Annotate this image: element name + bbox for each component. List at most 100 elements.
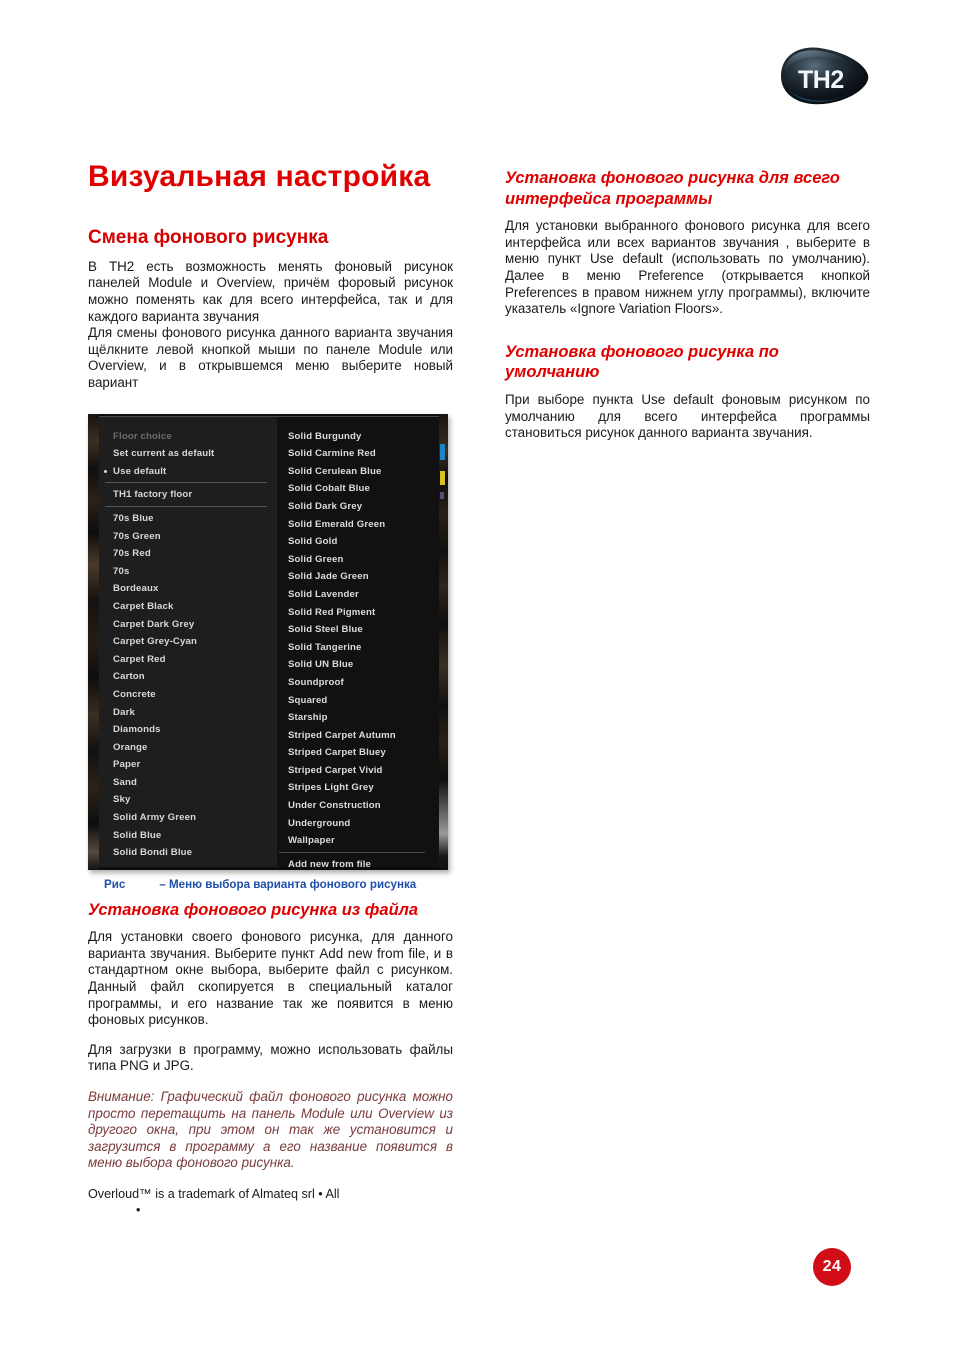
menu-item[interactable]: 70s Red	[99, 545, 277, 563]
th2-logo: TH2	[768, 42, 878, 110]
menu-item-label: Solid Blue	[113, 829, 162, 841]
menu-column-left: Floor choice Set current as default Use de…	[99, 416, 277, 867]
menu-item[interactable]: Dark	[99, 704, 277, 722]
menu-item-label: Striped Carpet Bluey	[288, 747, 386, 759]
figure-caption-text: – Меню выбора варианта фонового рисунка	[159, 877, 417, 891]
menu-item[interactable]: Solid Carmine Red	[277, 445, 439, 463]
menu-item-label: Solid Gold	[288, 536, 338, 548]
menu-item[interactable]: Solid Army Green	[99, 809, 277, 827]
menu-item[interactable]: TH1 factory floor	[99, 486, 277, 507]
menu-item[interactable]: Sand	[99, 774, 277, 792]
trademark-text: Overloud™ is a trademark of Almateq srl …	[88, 1186, 340, 1201]
menu-item-label: Carpet Dark Grey	[113, 618, 195, 630]
paragraph-whole-interface: Для установки выбранного фонового рисунк…	[505, 218, 870, 317]
floor-choice-menu[interactable]: Floor choice Set current as default Use de…	[99, 415, 439, 870]
menu-item[interactable]: Use default	[99, 463, 277, 483]
menu-item-label: Solid Carmine Red	[288, 448, 376, 460]
menu-item[interactable]: Solid Steel Blue	[277, 621, 439, 639]
menu-item[interactable]: 70s Blue	[99, 510, 277, 528]
menu-item[interactable]: Add new from file	[277, 851, 439, 870]
menu-item[interactable]: Solid Burgundy	[277, 428, 439, 446]
subheading-default-background: Установка фонового рисунка по умолчанию	[505, 342, 779, 382]
menu-item[interactable]: Carpet Black	[99, 598, 277, 616]
menu-item[interactable]: Sky	[99, 791, 277, 809]
menu-item[interactable]: Striped Carpet Vivid	[277, 762, 439, 780]
menu-item-label: Orange	[113, 741, 148, 753]
menu-item-label: Use default	[113, 465, 167, 477]
background-color-chip-blue	[440, 443, 445, 460]
menu-item-label: Starship	[288, 712, 328, 724]
subheading-set-background-from-file: Установка фонового рисунка из файла	[88, 900, 419, 919]
menu-item-label: 70s Green	[113, 530, 161, 542]
figure-caption-label: Рис	[104, 877, 126, 891]
menu-item[interactable]: 70s	[99, 563, 277, 581]
menu-item-label: TH1 factory floor	[113, 489, 193, 501]
document-page: TH2 Визуальная настройка Смена фонового …	[0, 0, 954, 1350]
menu-item-label: Solid Green	[288, 553, 344, 565]
menu-item[interactable]: Starship	[277, 709, 439, 727]
menu-item[interactable]: Solid Red Pigment	[277, 604, 439, 622]
screenshot-background-left-edge	[88, 413, 99, 870]
menu-item-label: Set current as default	[113, 448, 215, 460]
menu-item-label: Sand	[113, 776, 138, 788]
subheading-whole-interface: Установка фонового рисунка для всего инт…	[505, 169, 840, 208]
paragraph-from-file: Для установки своего фонового рисунка, д…	[88, 929, 453, 1028]
paragraph-default-background: При выборе пункта Use default фоновым ри…	[505, 392, 870, 441]
menu-item[interactable]: Carpet Grey-Cyan	[99, 633, 277, 651]
menu-item[interactable]: Diamonds	[99, 721, 277, 739]
menu-item-label: Solid Cobalt Blue	[288, 483, 370, 495]
menu-item-label: Solid Jade Green	[288, 571, 369, 583]
menu-item-label: Wallpaper	[288, 835, 335, 847]
menu-item[interactable]: Carton	[99, 668, 277, 686]
figure-floor-menu: Floor choice Set current as default Use de…	[88, 413, 448, 891]
menu-item[interactable]: Solid Cerulean Blue	[277, 463, 439, 481]
menu-item[interactable]: Solid Lavender	[277, 586, 439, 604]
right-column: Установка фонового рисунка для всего инт…	[505, 168, 870, 442]
menu-item[interactable]: Solid Jade Green	[277, 568, 439, 586]
menu-item-label: Solid Emerald Green	[288, 518, 386, 530]
section-heading-change-background: Смена фонового рисунка	[88, 227, 329, 248]
menu-item[interactable]: Wallpaper	[277, 832, 439, 850]
th2-logo-icon: TH2	[781, 47, 869, 105]
menu-item[interactable]: Solid Dark Grey	[277, 498, 439, 516]
menu-item-label: Dark	[113, 706, 135, 718]
menu-item[interactable]: Concrete	[99, 686, 277, 704]
menu-item[interactable]: Solid Tangerine	[277, 639, 439, 657]
menu-item[interactable]: 70s Green	[99, 528, 277, 546]
menu-item-label: 70s	[113, 565, 130, 577]
menu-item[interactable]: Carpet Red	[99, 651, 277, 669]
menu-item[interactable]: Bordeaux	[99, 580, 277, 598]
menu-item-label: Diamonds	[113, 724, 161, 736]
menu-item-label: Carpet Black	[113, 600, 174, 612]
menu-item[interactable]: Soundproof	[277, 674, 439, 692]
menu-item[interactable]: Stripes Light Grey	[277, 779, 439, 797]
menu-item-label: Striped Carpet Autumn	[288, 729, 396, 741]
menu-item[interactable]: Floor choice	[99, 428, 277, 446]
menu-item[interactable]: Solid Bondi Blue	[99, 844, 277, 862]
menu-item[interactable]: Set current as default	[99, 445, 277, 463]
menu-item-label: Solid Tangerine	[288, 641, 362, 653]
menu-item[interactable]: Solid Cobalt Blue	[277, 480, 439, 498]
menu-item-label: Carton	[113, 671, 145, 683]
menu-item[interactable]: Squared	[277, 692, 439, 710]
menu-item[interactable]: Under Construction	[277, 797, 439, 815]
menu-item[interactable]: Solid Blue	[99, 827, 277, 845]
menu-item-label: Sky	[113, 794, 131, 806]
menu-item[interactable]: Solid Green	[277, 551, 439, 569]
menu-item-label: Solid Dark Grey	[288, 500, 363, 512]
menu-item[interactable]: Carpet Dark Grey	[99, 616, 277, 634]
menu-item-label: Bordeaux	[113, 583, 159, 595]
menu-item-label: Solid Red Pigment	[288, 606, 376, 618]
menu-item-label: Solid Burgundy	[288, 430, 362, 442]
menu-item[interactable]: Striped Carpet Autumn	[277, 727, 439, 745]
menu-item[interactable]: Orange	[99, 739, 277, 757]
menu-item[interactable]: Underground	[277, 815, 439, 833]
page-number-badge: 24	[813, 1248, 851, 1286]
menu-item[interactable]: Striped Carpet Bluey	[277, 744, 439, 762]
menu-item[interactable]: Solid Emerald Green	[277, 516, 439, 534]
menu-item[interactable]: Paper	[99, 756, 277, 774]
menu-item[interactable]: Solid UN Blue	[277, 656, 439, 674]
screenshot-background-right-edge	[439, 413, 448, 870]
menu-item[interactable]: Solid Gold	[277, 533, 439, 551]
paragraph-intro-1: В TH2 есть возможность менять фоновый ри…	[88, 258, 453, 324]
